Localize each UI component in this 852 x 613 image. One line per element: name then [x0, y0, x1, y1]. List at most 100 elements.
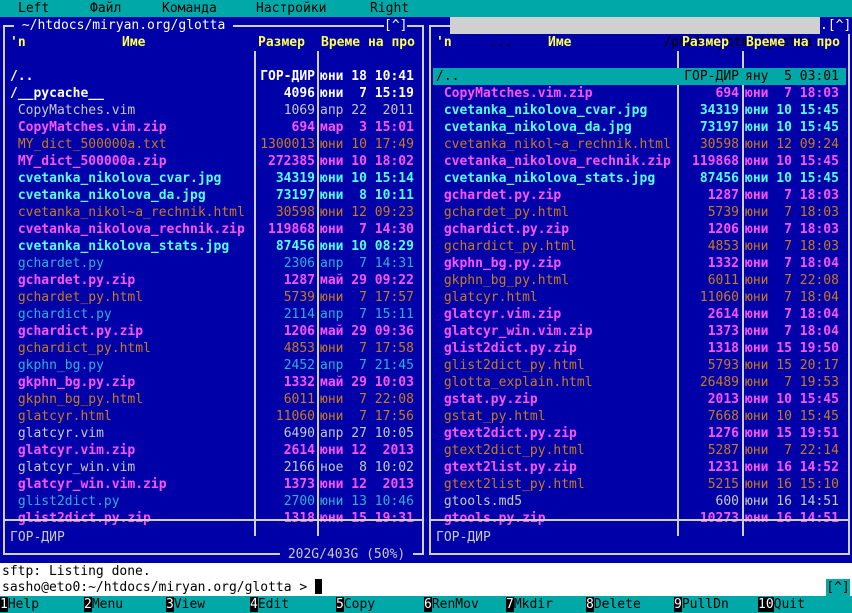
file-row[interactable]: gtext2dict_py.html 5287 юни 7 22:14 — [433, 442, 846, 459]
file-date: апр 7 21:45 — [320, 358, 414, 373]
file-row[interactable]: glist2dict.py.zip 1318 юни 15 19:50 — [433, 340, 846, 357]
command-area[interactable]: sftp: Listing done. sasho@eto0:~/htdocs/… — [0, 563, 852, 596]
right-panel[interactable]: ... /public_html/glotta .[^] 'n Име Разм… — [426, 17, 852, 555]
left-panel[interactable]: ~/htdocs/miryan.org/glotta [^] 'n Име Ра… — [0, 17, 426, 563]
file-row[interactable]: glatcyr_win.vim.zip 1373 юни 12 2013 — [7, 476, 420, 493]
right-header-n[interactable]: 'n — [436, 34, 452, 51]
file-row[interactable]: gchardict_py.html 4853 юни 7 18:03 — [433, 238, 846, 255]
left-panel-title[interactable]: ~/htdocs/miryan.org/glotta — [14, 17, 234, 34]
file-row[interactable]: gchardet.py.zip 1287 юни 7 18:03 — [433, 187, 846, 204]
file-row[interactable]: gtext2list.py.zip 1231 юни 16 14:52 — [433, 459, 846, 476]
file-date: юни 15 19:50 — [745, 341, 839, 356]
file-row[interactable]: MY_dict_500000a.txt 1300013 юни 10 17:49 — [7, 136, 420, 153]
left-panel-corner[interactable]: [^] — [384, 17, 408, 34]
file-row[interactable]: gchardict.py.zip 1206 май 29 09:36 — [7, 323, 420, 340]
file-row[interactable]: gkphn_bg.py.zip 1332 юни 7 18:04 — [433, 255, 846, 272]
file-row[interactable]: cvetanka_nikolova_da.jpg 73197 юни 10 15:4… — [433, 119, 846, 136]
file-row[interactable]: glotta_explain.html 26489 юни 7 19:53 — [433, 374, 846, 391]
file-row[interactable]: gchardet.py.zip 1287 май 29 09:22 — [7, 272, 420, 289]
fkey-label: RenMov — [431, 597, 479, 612]
file-row[interactable]: gkphn_bg_py.html 6011 юни 7 22:08 — [433, 272, 846, 289]
file-row[interactable]: cvetanka_nikolova_rechnik.zip 119868 юни 1… — [433, 153, 846, 170]
file-row[interactable]: /__pycache__ 4096 юни 7 15:19 — [7, 85, 420, 102]
file-row[interactable]: gchardict.py.zip 1206 юни 7 18:03 — [433, 221, 846, 238]
file-row[interactable]: glist2dict.py 2700 юни 13 10:46 — [7, 493, 420, 510]
left-header-time[interactable]: Време на про — [321, 34, 415, 51]
file-size: 6011 — [283, 392, 315, 407]
right-panel-title[interactable]: ... /public_html/glotta — [450, 17, 820, 50]
fkey-menu[interactable]: 2Menu — [84, 596, 123, 613]
file-row[interactable]: glatcyr.vim.zip 2614 юни 7 18:04 — [433, 306, 846, 323]
file-row[interactable]: CopyMatches.vim.zip 694 мар 3 15:01 — [7, 119, 420, 136]
file-row[interactable]: glatcyr.vim.zip 2614 юни 12 2013 — [7, 442, 420, 459]
file-name: cvetanka_nikolova_da.jpg — [10, 188, 206, 203]
file-name: gchardict_py.html — [436, 239, 577, 254]
file-row[interactable]: gtools.md5 600 юни 16 14:51 — [433, 493, 846, 510]
file-name: /.. — [10, 69, 34, 84]
file-name: cvetanka_nikol~a_rechnik.html — [436, 137, 671, 152]
file-row[interactable]: cvetanka_nikolova_rechnik.zip 119868 юни 7… — [7, 221, 420, 238]
file-row[interactable]: gkphn_bg_py.html 6011 юни 7 22:08 — [7, 391, 420, 408]
fkey-quit[interactable]: 10Quit — [758, 596, 805, 613]
file-row[interactable]: glist2dict_py.html 5793 юни 15 20:17 — [433, 357, 846, 374]
fkey-mkdir[interactable]: 7Mkdir — [506, 596, 553, 613]
file-row[interactable]: gtext2dict.py.zip 1276 юни 15 19:51 — [433, 425, 846, 442]
file-name: cvetanka_nikol~a_rechnik.html — [10, 205, 245, 220]
fkey-pulldn[interactable]: 9PullDn — [674, 596, 729, 613]
file-row[interactable]: gchardet_py.html 5739 юни 7 17:57 — [7, 289, 420, 306]
right-header-time[interactable]: Време на про — [746, 34, 840, 51]
command-corner[interactable]: [^] — [826, 579, 850, 596]
file-row[interactable]: gchardet.py 2306 апр 7 14:31 — [7, 255, 420, 272]
fkey-edit[interactable]: 4Edit — [250, 596, 289, 613]
file-row[interactable]: CopyMatches.vim 1069 апр 22 2011 — [7, 102, 420, 119]
file-row[interactable]: cvetanka_nikolova_stats.jpg 87456 юни 10 0… — [7, 238, 420, 255]
file-date: юни 8 10:11 — [320, 188, 414, 203]
file-row[interactable]: MY_dict_500000a.zip 272385 юни 10 18:02 — [7, 153, 420, 170]
file-row[interactable]: /.. ГОР-ДИР юни 18 10:41 — [7, 68, 420, 85]
right-header-size[interactable]: Размер — [682, 34, 729, 51]
fkey-renmov[interactable]: 6RenMov — [424, 596, 479, 613]
menu-command[interactable]: Команда — [162, 0, 217, 17]
fkey-help[interactable]: 1Help — [0, 596, 39, 613]
file-date: юни 15 19:51 — [745, 426, 839, 441]
left-header-size[interactable]: Размер — [258, 34, 305, 51]
file-row[interactable]: /.. ГОР-ДИР яну 5 03:01 — [433, 68, 846, 85]
file-row[interactable]: cvetanka_nikolova_cvar.jpg 34319 юни 10 15… — [7, 170, 420, 187]
file-row[interactable]: gtext2list_py.html 5215 юни 16 15:10 — [433, 476, 846, 493]
fkey-copy[interactable]: 5Copy — [336, 596, 375, 613]
file-row[interactable]: glatcyr.html 11060 юни 7 18:04 — [433, 289, 846, 306]
fkey-number: 4 — [250, 597, 258, 612]
file-row[interactable]: cvetanka_nikol~a_rechnik.html 30598 юни 12… — [7, 204, 420, 221]
file-row[interactable]: glatcyr_win.vim.zip 1373 юни 7 18:04 — [433, 323, 846, 340]
fkey-number: 6 — [424, 597, 432, 612]
file-row[interactable]: gchardict.py 2114 апр 7 15:11 — [7, 306, 420, 323]
left-status-divider — [5, 519, 422, 521]
file-date: юни 7 15:19 — [320, 86, 414, 101]
file-name: glatcyr.html — [436, 290, 538, 305]
menu-file[interactable]: Файл — [90, 0, 121, 17]
file-row[interactable]: cvetanka_nikolova_cvar.jpg 34319 юни 10 15… — [433, 102, 846, 119]
file-row[interactable]: glatcyr_win.vim 2166 ное 8 10:02 — [7, 459, 420, 476]
file-row[interactable]: gkphn_bg.py 2452 апр 7 21:45 — [7, 357, 420, 374]
command-prompt[interactable]: sasho@eto0:~/htdocs/miryan.org/glotta > — [2, 579, 323, 596]
file-row[interactable]: glatcyr.vim 6490 апр 27 10:05 — [7, 425, 420, 442]
file-row[interactable]: gchardet_py.html 5739 юни 7 18:03 — [433, 204, 846, 221]
file-row[interactable]: gkphn_bg.py.zip 1332 май 29 10:03 — [7, 374, 420, 391]
file-row[interactable]: gstat.py.zip 2013 юни 10 15:45 — [433, 391, 846, 408]
fkey-delete[interactable]: 8Delete — [586, 596, 641, 613]
file-row[interactable]: gchardict_py.html 4853 юни 7 17:58 — [7, 340, 420, 357]
menu-right[interactable]: Right — [370, 0, 409, 17]
right-header-name[interactable]: Име — [548, 34, 571, 51]
file-row[interactable]: CopyMatches.vim.zip 694 юни 7 18:03 — [433, 85, 846, 102]
file-row[interactable]: glatcyr.html 11060 юни 7 17:56 — [7, 408, 420, 425]
file-row[interactable]: cvetanka_nikol~a_rechnik.html 30598 юни 12… — [433, 136, 846, 153]
file-row[interactable]: cvetanka_nikolova_da.jpg 73197 юни 8 10:11 — [7, 187, 420, 204]
left-header-n[interactable]: 'n — [10, 34, 26, 51]
menu-options[interactable]: Настройки — [256, 0, 326, 17]
left-header-name[interactable]: Име — [122, 34, 145, 51]
right-panel-corner[interactable]: .[^] — [820, 17, 852, 34]
file-row[interactable]: cvetanka_nikolova_stats.jpg 87456 юни 10 1… — [433, 170, 846, 187]
fkey-view[interactable]: 3View — [166, 596, 205, 613]
file-row[interactable]: gstat_py.html 7668 юни 10 15:45 — [433, 408, 846, 425]
menu-left[interactable]: Left — [18, 0, 49, 17]
